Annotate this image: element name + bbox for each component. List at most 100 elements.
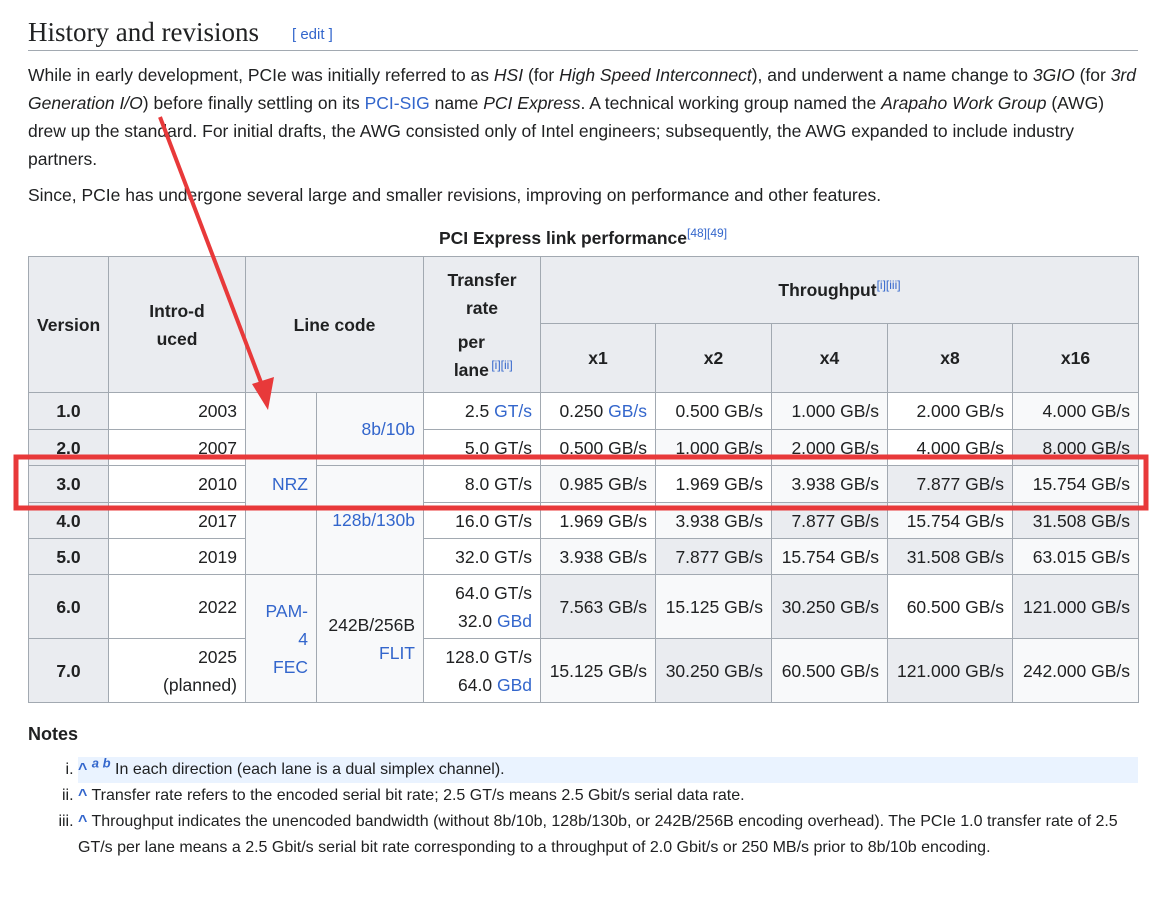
line-code-nrz: NRZ: [245, 392, 317, 575]
header-lane-x8: x8: [887, 323, 1013, 393]
version-cell: 2.0: [28, 429, 109, 466]
header-lane-x1: x1: [540, 323, 656, 393]
table-row: 3.0 2010 128b/130b 8.0 GT/s 0.985 GB/s 1.969 …: [28, 465, 1140, 575]
caption-refs[interactable]: [48][49]: [687, 226, 727, 240]
throughput-cell-x1: 0.500 GB/s: [540, 429, 656, 466]
table-caption: PCI Express link performance[48][49]: [438, 226, 728, 248]
note-item: ^ a b In each direction (each lane is a …: [78, 757, 1138, 783]
unit-link[interactable]: 4: [298, 629, 308, 649]
throughput-cell-x2: 15.125 GB/s: [655, 574, 772, 639]
throughput-cell-x16: 121.000 GB/s: [1011, 574, 1140, 639]
section-heading: History and revisions [ edit ]: [28, 14, 1138, 51]
revisions-paragraph: Since, PCIe has undergone several large …: [28, 185, 882, 205]
unit-link[interactable]: 8b/10b: [361, 419, 415, 439]
pcie-performance-table: Version Intro-duced Line code Transfer r…: [28, 256, 1140, 703]
throughput-cell-x4: 3.938 GB/s: [771, 465, 888, 503]
throughput-cell-x16: 242.000 GB/s: [1011, 638, 1140, 703]
transfer-rate-cell: 32.0 GT/s: [423, 538, 541, 575]
unit-link[interactable]: GBd: [497, 611, 532, 631]
unit-link[interactable]: FEC: [273, 657, 308, 677]
throughput-cell-x16: 31.508 GB/s: [1011, 502, 1140, 539]
version-cell: 3.0: [28, 465, 109, 503]
transfer-rate-cell: 5.0 GT/s: [423, 429, 541, 466]
backref-links[interactable]: a b: [92, 756, 111, 771]
throughput-cell-x16: 4.000 GB/s: [1011, 392, 1140, 430]
throughput-cell-x8: 15.754 GB/s: [887, 502, 1013, 539]
unit-link[interactable]: NRZ: [272, 474, 308, 494]
throughput-cell-x2: 3.938 GB/s: [655, 502, 772, 539]
note-text: In each direction (each lane is a dual s…: [115, 761, 505, 778]
header-introduced: Intro-duced: [108, 256, 246, 393]
encoding-128b130b: 128b/130b: [316, 465, 424, 575]
intro-paragraph: While in early development, PCIe was ini…: [28, 65, 1136, 169]
throughput-cell-x8: 60.500 GB/s: [887, 574, 1013, 639]
table-row: 1.0 2003 NRZ 8b/10b 2.5 GT/s 0.250 GB/s 0.500 …: [28, 392, 1140, 575]
header-transfer-rate: Transfer rate per lane [i][ii]: [423, 256, 541, 393]
header-version: Version: [28, 256, 109, 393]
table-row: 7.0 2025 (planned) 128.0 GT/s 64.0 GBd 15.125…: [28, 638, 1140, 703]
throughput-cell-x16: 8.000 GB/s: [1011, 429, 1140, 466]
introduced-cell: 2007: [108, 429, 246, 466]
encoding-8b10b: 8b/10b: [316, 392, 424, 466]
throughput-cell-x8: 121.000 GB/s: [887, 638, 1013, 703]
introduced-cell: 2010: [108, 465, 246, 503]
transfer-rate-cell: 64.0 GT/s 32.0 GBd: [423, 574, 541, 639]
throughput-cell-x1: 0.250 GB/s: [540, 392, 656, 430]
unit-link[interactable]: 128b/130b: [332, 510, 415, 530]
version-cell: 4.0: [28, 502, 109, 539]
version-cell: 6.0: [28, 574, 109, 639]
introduced-cell: 2017: [108, 502, 246, 539]
section-title: History and revisions: [28, 17, 259, 47]
introduced-cell: 2022: [108, 574, 246, 639]
note-item: ^ Throughput indicates the unencoded ban…: [78, 809, 1138, 861]
header-lane-x4: x4: [771, 323, 888, 393]
throughput-cell-x8: 7.877 GB/s: [887, 465, 1013, 503]
pci-sig-link[interactable]: PCI-SIG: [365, 93, 430, 113]
version-cell: 5.0: [28, 538, 109, 575]
edit-link[interactable]: [ edit ]: [292, 26, 333, 43]
throughput-cell-x1: 7.563 GB/s: [540, 574, 656, 639]
throughput-cell-x2: 1.969 GB/s: [655, 465, 772, 503]
throughput-cell-x4: 15.754 GB/s: [771, 538, 888, 575]
throughput-cell-x16: 15.754 GB/s: [1011, 465, 1140, 503]
table-row: 6.0 2022 PAM- 4 FEC 242B/256B FLIT 64.0 GT/s 32.…: [28, 574, 1140, 703]
note-text: Throughput indicates the unencoded bandw…: [78, 813, 1118, 856]
throughput-cell-x1: 3.938 GB/s: [540, 538, 656, 575]
unit-link[interactable]: GBd: [497, 675, 532, 695]
backref-caret[interactable]: ^: [78, 813, 87, 830]
throughput-cell-x8: 4.000 GB/s: [887, 429, 1013, 466]
throughput-cell-x4: 30.250 GB/s: [771, 574, 888, 639]
header-line-code: Line code: [245, 256, 424, 393]
throughput-cell-x1: 0.985 GB/s: [540, 465, 656, 503]
transfer-rate-cell: 8.0 GT/s: [423, 465, 541, 503]
version-cell: 7.0: [28, 638, 109, 703]
note-text: Transfer rate refers to the encoded seri…: [91, 787, 745, 804]
transfer-rate-cell: 16.0 GT/s: [423, 502, 541, 539]
throughput-cell-x2: 1.000 GB/s: [655, 429, 772, 466]
header-lane-x16: x16: [1011, 323, 1140, 393]
throughput-cell-x2: 30.250 GB/s: [655, 638, 772, 703]
backref-caret[interactable]: ^: [78, 787, 87, 804]
throughput-cell-x1: 15.125 GB/s: [540, 638, 656, 703]
throughput-cell-x2: 0.500 GB/s: [655, 392, 772, 430]
throughput-cell-x8: 2.000 GB/s: [887, 392, 1013, 430]
throughput-cell-x16: 63.015 GB/s: [1011, 538, 1140, 575]
backref-caret[interactable]: ^: [78, 761, 87, 778]
unit-link[interactable]: PAM-: [266, 601, 308, 621]
throughput-cell-x8: 31.508 GB/s: [887, 538, 1013, 575]
unit-link[interactable]: GT/s: [494, 401, 532, 421]
header-throughput: Throughput[i][iii]: [539, 256, 1140, 324]
notes-heading: Notes: [28, 724, 79, 744]
table-row: 5.0 2019 32.0 GT/s 3.938 GB/s 7.877 GB/s 15.7…: [28, 538, 1140, 575]
unit-link[interactable]: FLIT: [379, 643, 415, 663]
notes-list: ^ a b In each direction (each lane is a …: [40, 757, 1138, 861]
line-code-pam4-fec: PAM- 4 FEC: [245, 574, 317, 703]
throughput-cell-x2: 7.877 GB/s: [655, 538, 772, 575]
transfer-rate-cell: 2.5 GT/s: [423, 392, 541, 430]
throughput-cell-x1: 1.969 GB/s: [540, 502, 656, 539]
throughput-cell-x4: 2.000 GB/s: [771, 429, 888, 466]
note-item: ^ Transfer rate refers to the encoded se…: [78, 783, 1138, 809]
encoding-242b256b-flit: 242B/256B FLIT: [316, 574, 424, 703]
unit-link[interactable]: GB/s: [608, 401, 647, 421]
introduced-cell: 2025 (planned): [108, 638, 246, 703]
